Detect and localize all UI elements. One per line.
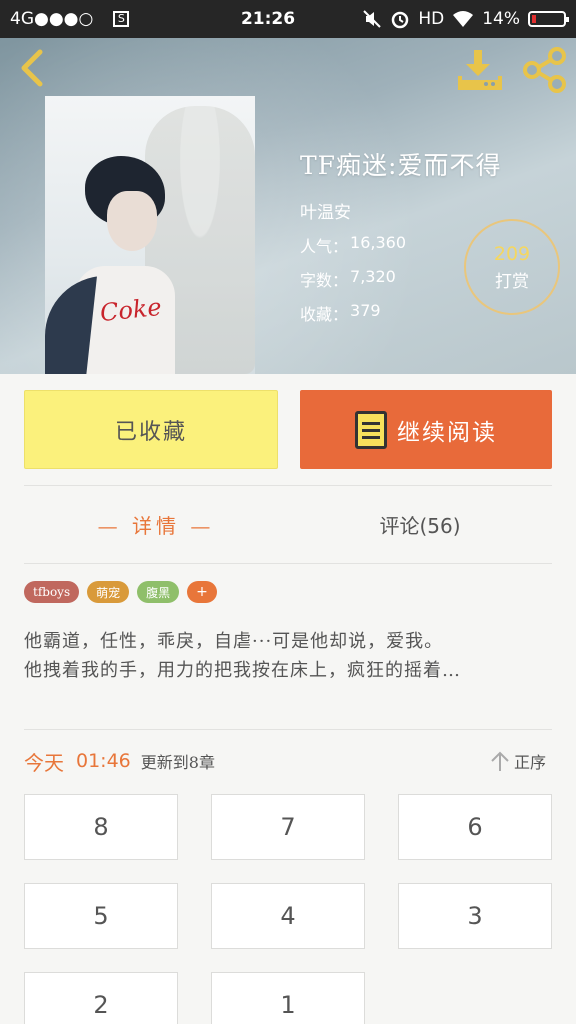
chapter-button[interactable]: 6 [398,794,552,860]
alarm-icon [392,11,409,29]
tag-list: tfboys 萌宠 腹黑 + [24,581,217,603]
divider [24,729,552,730]
update-info: 今天 01:46 更新到8章 [24,746,552,776]
add-tag-button[interactable]: + [187,581,217,603]
divider [24,485,552,486]
chapter-button[interactable]: 7 [211,794,365,860]
divider [24,563,552,564]
chapter-button[interactable]: 3 [398,883,552,949]
status-bar: 4G●●●○ S 21:26 HD 14% [0,0,576,38]
book-title: TF痴迷:爱而不得 [300,151,502,180]
favorites-label: 收藏： [300,305,349,324]
s-notification-icon: S [113,11,130,27]
hd-indicator: HD [418,9,445,29]
book-cover[interactable]: Coke [45,96,255,374]
download-button[interactable] [456,46,504,94]
book-icon [355,410,387,449]
collected-button[interactable]: 已收藏 [24,390,278,469]
cover-face [107,191,157,251]
book-header: Coke TF痴迷:爱而不得 叶温安 人气： 16,360 字数： 7,320 … [0,38,576,374]
tab-details[interactable]: — 详情 — [24,500,288,548]
network-indicator: 4G●●●○ [10,9,94,29]
sort-label: 正序 [514,753,547,772]
back-button[interactable] [10,46,54,90]
description-line-2: 他拽着我的手，用力的把我按在床上，疯狂的摇着… [24,660,461,681]
chapter-button[interactable]: 8 [24,794,178,860]
reward-button[interactable]: 209 打赏 [464,219,560,315]
back-arrow-icon [21,49,43,87]
update-text: 更新到8章 [140,753,215,772]
mute-icon [363,10,382,28]
wifi-icon [453,11,474,27]
tab-comments[interactable]: 评论(56) [288,500,552,548]
popularity-label: 人气： [300,237,349,256]
chapter-button[interactable]: 4 [211,883,365,949]
favorites-value: 379 [350,301,381,320]
update-today: 今天 [24,750,64,775]
chapter-button[interactable]: 2 [24,972,178,1024]
description-line-1: 他霸道，任性，乖戾，自虐···可是他却说，爱我。 [24,631,444,652]
tag-scheming[interactable]: 腹黑 [137,581,180,603]
arrow-up-icon [491,751,509,771]
favorites-row: 收藏： 379 [300,301,501,325]
chapter-button[interactable]: 5 [24,883,178,949]
continue-reading-label: 继续阅读 [397,419,497,446]
battery-icon [528,11,569,27]
chapter-button[interactable]: 1 [211,972,365,1024]
book-description[interactable]: 他霸道，任性，乖戾，自虐···可是他却说，爱我。 他拽着我的手，用力的把我按在床… [24,627,552,685]
update-time: 01:46 [76,750,131,772]
battery-percent: 14% [482,9,520,29]
share-icon [523,47,566,93]
word-count-label: 字数： [300,271,349,290]
tag-cute-pet[interactable]: 萌宠 [87,581,130,603]
download-icon [458,50,502,90]
sort-toggle[interactable]: 正序 [490,749,546,773]
reward-label: 打赏 [495,271,529,292]
tag-tfboys[interactable]: tfboys [24,581,80,603]
continue-reading-button[interactable]: 继续阅读 [300,390,552,469]
status-time: 21:26 [240,9,296,29]
share-button[interactable] [520,46,568,94]
book-author[interactable]: 叶温安 [300,198,501,223]
word-count-value: 7,320 [350,267,396,286]
popularity-value: 16,360 [350,233,406,252]
reward-count: 209 [493,242,531,265]
